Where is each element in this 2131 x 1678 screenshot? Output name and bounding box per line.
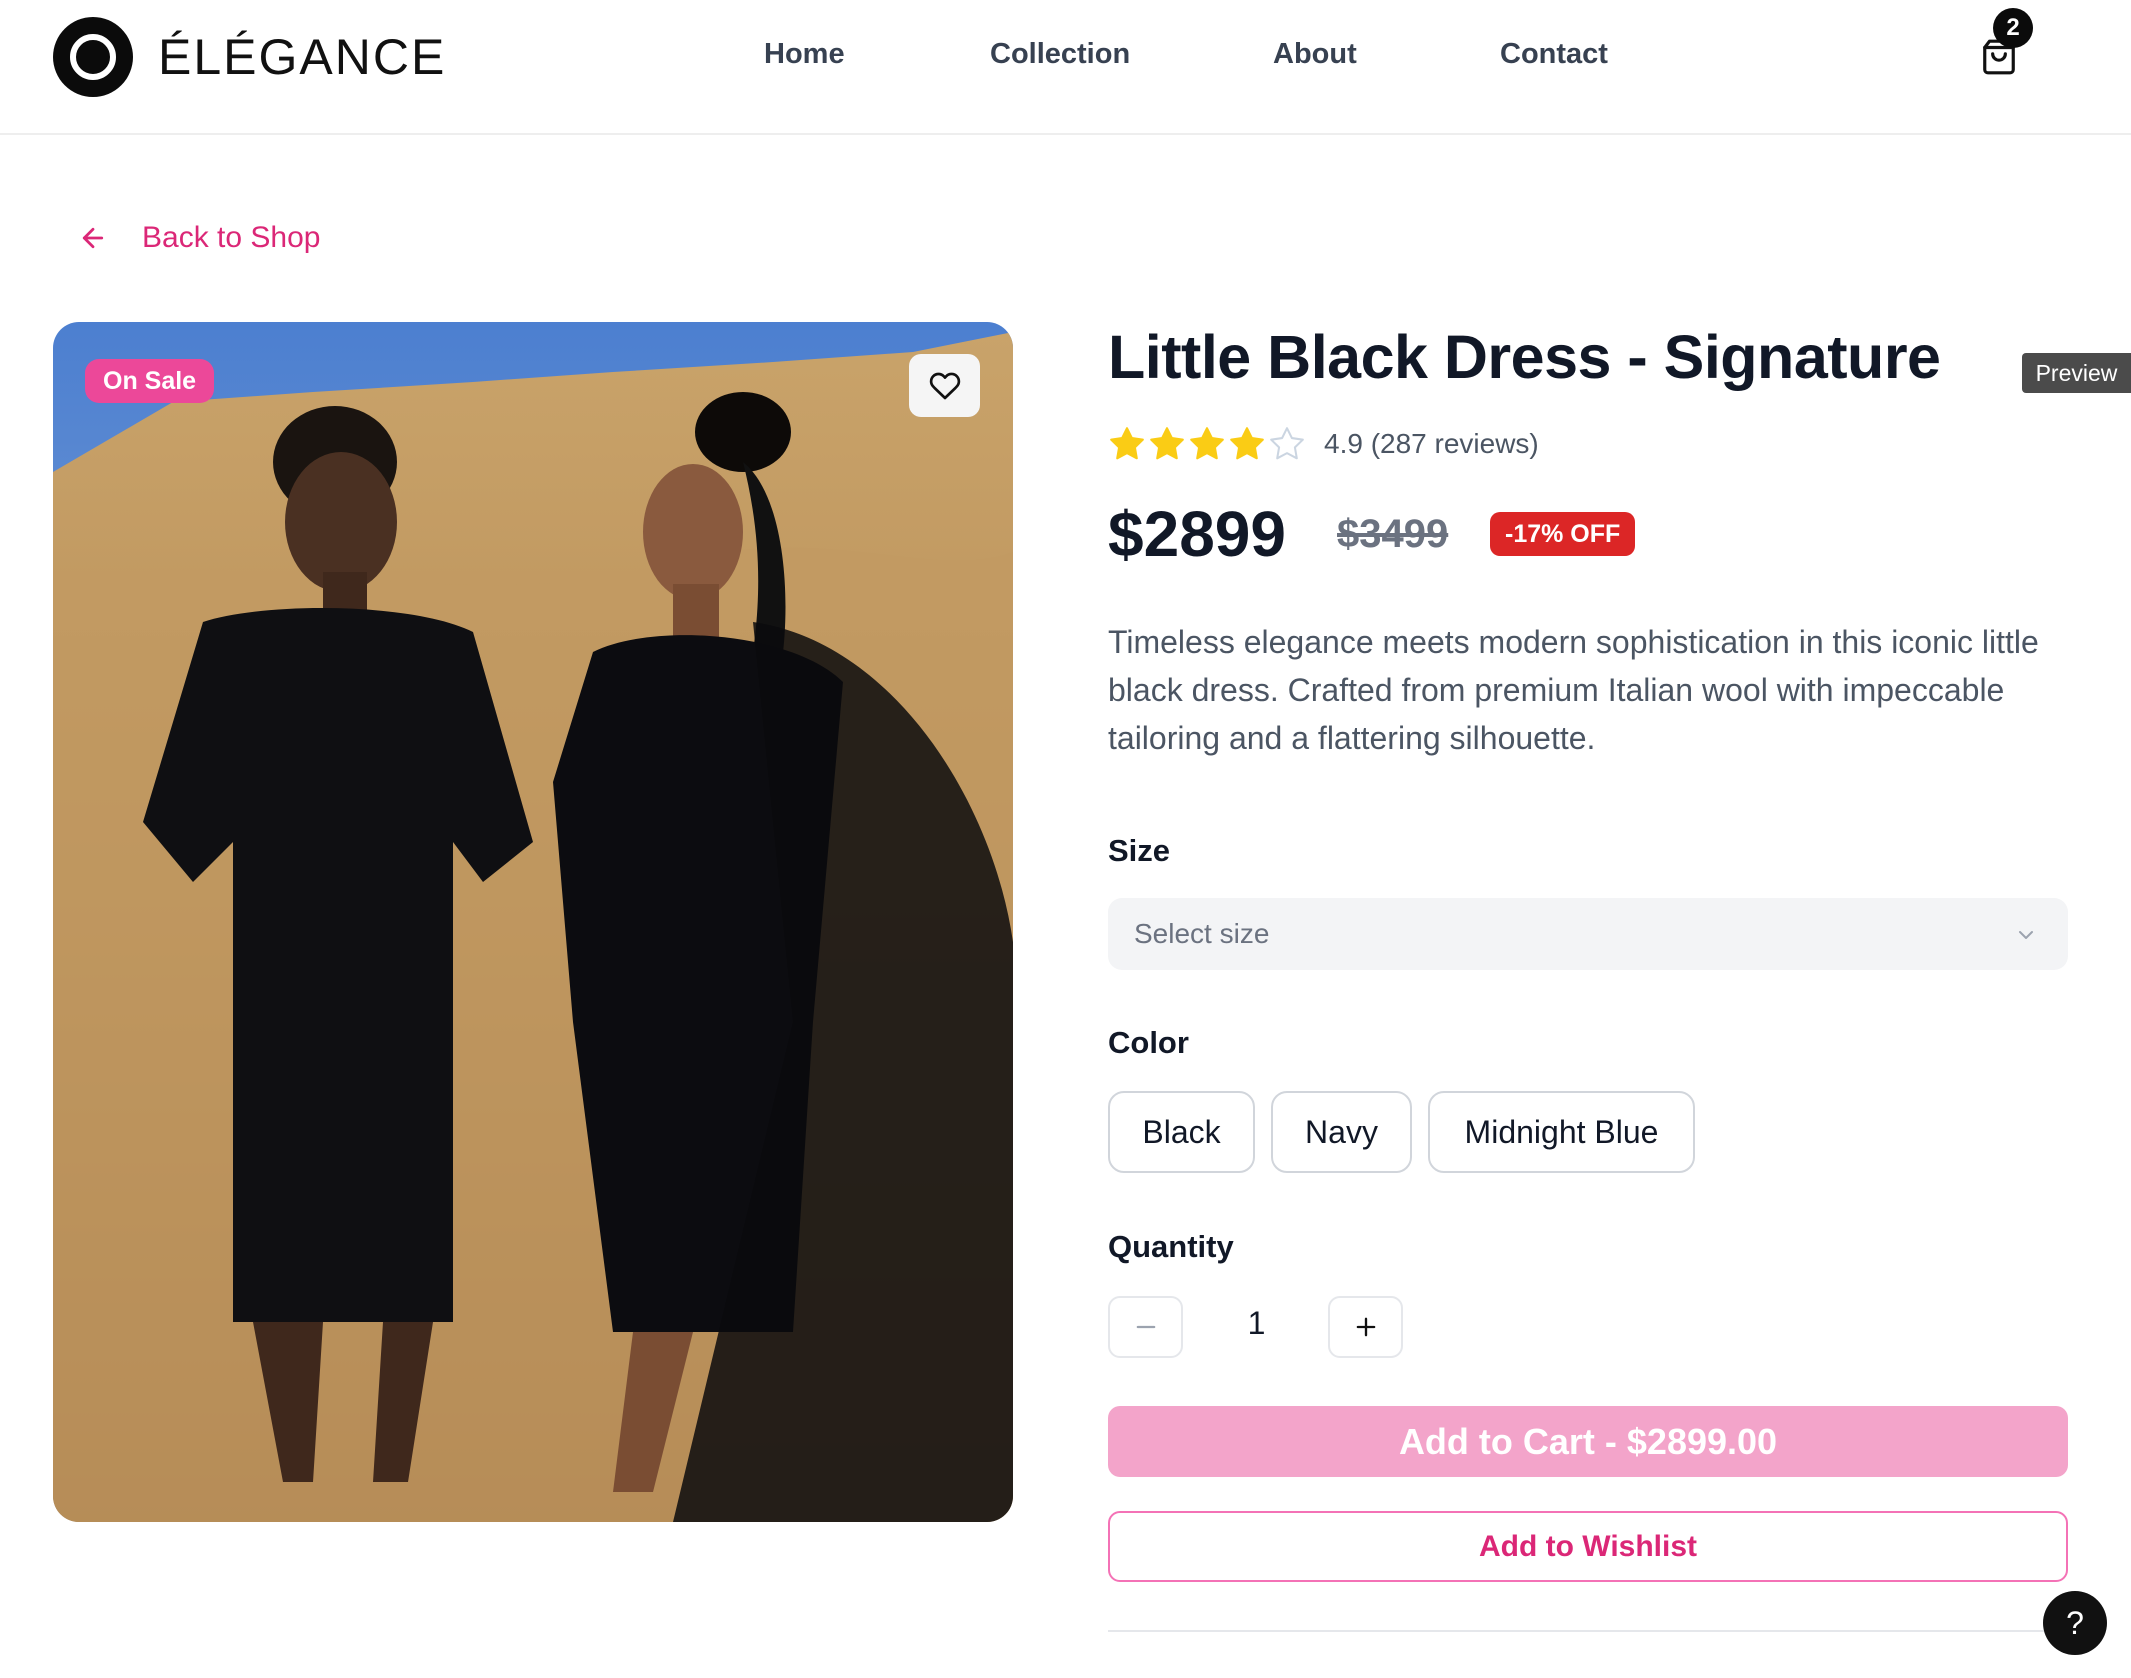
divider: [1108, 1630, 2068, 1632]
product-description: Timeless elegance meets modern sophistic…: [1108, 624, 2039, 756]
rating-text: 4.9 (287 reviews): [1324, 428, 1539, 459]
size-label: Size: [1108, 833, 1171, 868]
add-to-cart-button[interactable]: Add to Cart - $2899.00: [1108, 1406, 2068, 1477]
nav-home[interactable]: Home: [764, 38, 845, 71]
help-button[interactable]: ?: [2043, 1591, 2107, 1655]
cart-count-badge: 2: [1993, 8, 2033, 48]
minus-icon: [1136, 1325, 1155, 1329]
star-filled-icon: [1230, 427, 1264, 460]
color-option-navy[interactable]: Navy: [1271, 1091, 1412, 1173]
rating-stars: [1108, 425, 1306, 463]
back-to-shop-label: Back to Shop: [142, 221, 321, 254]
add-to-wishlist-button[interactable]: Add to Wishlist: [1108, 1511, 2068, 1582]
color-label: Color: [1108, 1025, 1189, 1060]
favorite-button[interactable]: [909, 354, 980, 417]
original-price: $3499: [1337, 512, 1449, 556]
size-select[interactable]: Select size: [1108, 898, 2068, 970]
increase-quantity-button[interactable]: [1328, 1296, 1403, 1358]
current-price: $2899: [1108, 498, 1286, 570]
discount-badge: -17% OFF: [1490, 512, 1636, 556]
decrease-quantity-button[interactable]: [1108, 1296, 1183, 1358]
chevron-down-icon: [2019, 931, 2033, 939]
product-image: [53, 322, 1013, 1522]
product-rating: 4.9 (287 reviews): [1108, 425, 1539, 463]
quantity-value[interactable]: 1: [1230, 1305, 1283, 1342]
size-select-value: Select size: [1134, 918, 1270, 949]
star-filled-icon: [1110, 427, 1144, 460]
nav-collection[interactable]: Collection: [990, 38, 1130, 71]
star-empty-icon: [1270, 427, 1304, 460]
quantity-label: Quantity: [1108, 1229, 1234, 1264]
back-to-shop-link[interactable]: Back to Shop: [78, 218, 320, 258]
color-option-black[interactable]: Black: [1108, 1091, 1255, 1173]
on-sale-badge: On Sale: [85, 359, 215, 403]
arrow-left-icon: [82, 227, 104, 249]
site-header: ÉLÉGANCE Home Collection About Contact 2: [0, 0, 2131, 135]
plus-icon: [1356, 1317, 1375, 1337]
star-filled-icon: [1190, 427, 1224, 460]
nav-about[interactable]: About: [1273, 38, 1357, 71]
logo-icon[interactable]: [53, 17, 133, 97]
preview-tag[interactable]: Preview: [2022, 353, 2131, 393]
color-option-midnight-blue[interactable]: Midnight Blue: [1428, 1091, 1695, 1173]
brand-name[interactable]: ÉLÉGANCE: [158, 28, 446, 86]
product-title: Little Black Dress - Signature: [1108, 323, 1941, 391]
star-filled-icon: [1150, 427, 1184, 460]
heart-icon: [929, 372, 960, 399]
nav-contact[interactable]: Contact: [1500, 38, 1608, 71]
